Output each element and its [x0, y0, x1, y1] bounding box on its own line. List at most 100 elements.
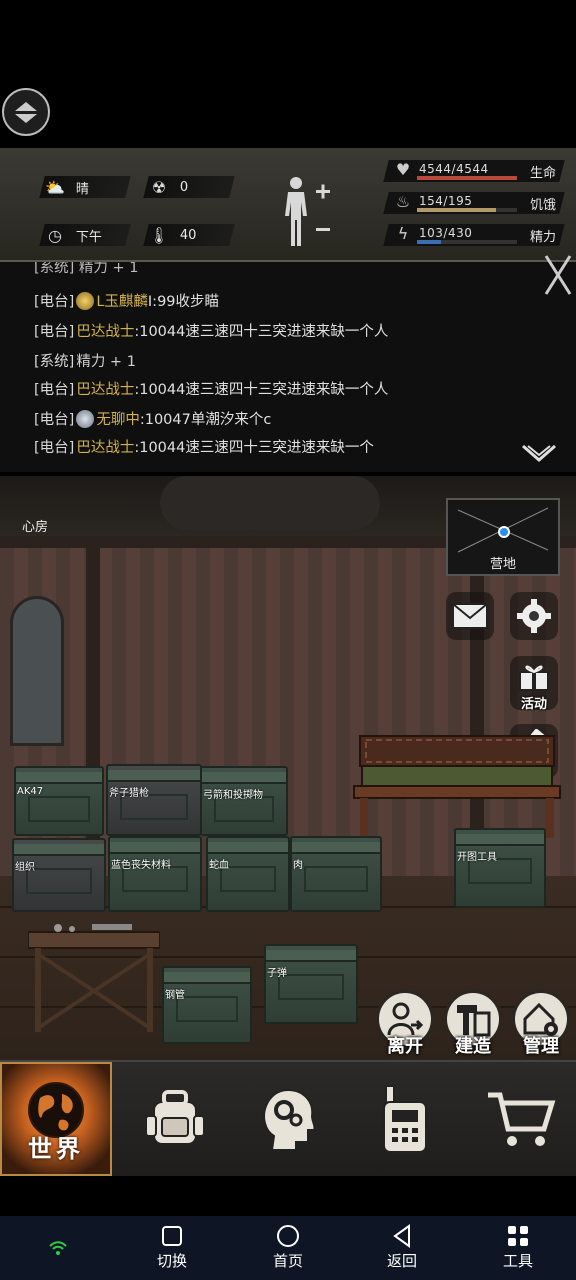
back-triangle-icon [393, 1224, 410, 1248]
health-value: 4544/4544 [419, 162, 489, 176]
system-nav-bar: 切换 首页 返回 工具 [0, 1216, 576, 1280]
nav-switch-button[interactable]: 切换 [132, 1222, 212, 1271]
build-label: 建造 [455, 1036, 491, 1057]
storage-crate[interactable]: 钢管 [162, 966, 252, 1044]
chat-sender[interactable]: 巴达战士 [76, 320, 134, 341]
crate-label: 组织 [15, 862, 35, 873]
tab-backpack[interactable] [118, 1062, 232, 1176]
workbench[interactable] [28, 924, 160, 1034]
temperature-pill: 🌡 40 [143, 224, 235, 246]
minimap[interactable]: 营地 [446, 498, 560, 576]
chat-channel: [电台] [34, 382, 75, 398]
grid-icon [508, 1226, 528, 1246]
crate-label: 蛇血 [209, 860, 229, 871]
chat-sender[interactable]: 巴达战士 [76, 436, 134, 457]
sofa[interactable] [352, 732, 562, 842]
heart-icon: ♥ [395, 160, 411, 179]
storage-crate[interactable]: 组织 [12, 838, 106, 912]
health-label: 生命 [530, 166, 557, 181]
chat-sender[interactable]: 无聊中 [96, 408, 140, 429]
nav-back-button[interactable]: 返回 [362, 1222, 442, 1271]
nav-tools-label: 工具 [502, 1252, 533, 1270]
mail-button[interactable] [446, 592, 494, 640]
chat-line: [电台] 巴达战士:10044速三速四十三突进速来缺一个人 [34, 378, 388, 399]
nav-home-label: 首页 [272, 1252, 303, 1270]
chat-line: [电台] L玉麒麟 I:99收步瞄 [34, 290, 219, 311]
storage-crate[interactable]: 弓箭和投掷物 [200, 766, 288, 836]
main-tab-bar: 世界 [0, 1060, 576, 1176]
chat-channel: [系统] [34, 354, 75, 370]
gift-icon [519, 665, 549, 691]
arrow-down-icon [15, 113, 37, 123]
chat-message: I:99收步瞄 [147, 294, 220, 310]
chat-line: [系统] 精力 + 1 [34, 350, 136, 371]
storage-crate[interactable]: 肉 [290, 836, 382, 912]
chat-message: :10044速三速四十三突进速来缺一个人 [134, 324, 389, 340]
chat-sender[interactable]: L玉麒麟 [96, 290, 148, 311]
crate-label: 斧子猎枪 [109, 788, 149, 799]
chat-message: 精力 + 1 [76, 354, 136, 370]
toggle-panel-button[interactable] [2, 88, 50, 136]
nav-switch-label: 切换 [156, 1252, 187, 1270]
storage-crate[interactable]: AK47 [14, 766, 104, 836]
walkie-talkie-icon [383, 1085, 427, 1153]
weather-value: 晴 [76, 181, 90, 197]
tab-world[interactable]: 世界 [0, 1062, 112, 1176]
manage-label: 管理 [523, 1036, 559, 1057]
crate-label: AK47 [17, 786, 44, 797]
ceiling-smoke [160, 476, 380, 530]
settings-button[interactable] [510, 592, 558, 640]
chevron-down-icon[interactable] [520, 442, 558, 466]
chat-channel: [电台] [34, 324, 75, 340]
chat-channel: [电台] [34, 412, 75, 428]
circle-icon [277, 1225, 299, 1247]
backpack-icon [145, 1090, 205, 1145]
square-icon [162, 1226, 182, 1246]
radiation-pill: ☢ 0 [143, 176, 235, 198]
map-icon [457, 507, 549, 553]
nav-tools-button[interactable]: 工具 [478, 1222, 558, 1271]
storage-crate[interactable]: 子弹 [264, 944, 358, 1024]
energy-label: 精力 [530, 230, 557, 245]
crate-label: 开图工具 [457, 852, 497, 863]
storage-crate[interactable]: 蓝色丧失材料 [108, 836, 202, 912]
nav-home-button[interactable]: 首页 [248, 1222, 328, 1271]
wifi-icon [49, 1241, 67, 1255]
crate-label: 钢管 [165, 990, 185, 1001]
health-stat: ♥ 4544/4544 生命 [383, 160, 576, 182]
brain-energy-icon: ϟ [397, 224, 409, 243]
crate-label: 弓箭和投掷物 [203, 790, 263, 801]
chat-line: [电台] 巴达战士:10044速三速四十三突进速来缺一个 [34, 436, 374, 457]
close-icon[interactable] [544, 250, 572, 300]
rank-badge-icon [76, 291, 95, 310]
top-area [0, 0, 576, 148]
chat-line: [电台] 巴达战士:10044速三速四十三突进速来缺一个人 [34, 320, 388, 341]
tab-skills[interactable] [232, 1062, 346, 1176]
storage-crate[interactable]: 斧子猎枪 [106, 764, 202, 836]
chat-channel: [电台] [34, 294, 75, 310]
chat-sender[interactable]: 巴达战士 [76, 378, 134, 399]
chat-channel: [电台] [34, 440, 75, 456]
tab-radio[interactable] [348, 1062, 462, 1176]
hunger-value: 154/195 [419, 194, 473, 208]
chat-log[interactable]: [系统] 精力 + 1 [电台] L玉麒麟 I:99收步瞄 [电台] 巴达战士:1004… [0, 262, 576, 472]
tab-shop[interactable] [464, 1062, 576, 1176]
crate-label: 肉 [293, 860, 303, 871]
crate-label: 子弹 [267, 968, 287, 979]
body-status-icon[interactable] [278, 174, 336, 250]
tab-world-label: 世界 [28, 1135, 84, 1163]
activity-button[interactable]: 活动 [510, 656, 558, 712]
storage-crate[interactable]: 开图工具 [454, 828, 546, 908]
storage-crate[interactable]: 蛇血 [206, 836, 290, 912]
stomach-icon: ♨ [395, 192, 411, 211]
sun-cloud-icon: ⛅ [45, 177, 65, 197]
hunger-stat: ♨ 154/195 饥饿 [383, 192, 576, 214]
crate-label: 蓝色丧失材料 [111, 860, 171, 871]
chat-message: :10044速三速四十三突进速来缺一个 [134, 440, 374, 456]
weather-pill: ⛅ 晴 [39, 176, 131, 198]
hunger-label: 饥饿 [530, 198, 557, 213]
time-value: 下午 [76, 229, 103, 245]
radiation-value: 0 [180, 179, 189, 195]
energy-stat: ϟ 103/430 精力 [383, 224, 576, 246]
thermometer-icon: 🌡 [148, 225, 170, 245]
